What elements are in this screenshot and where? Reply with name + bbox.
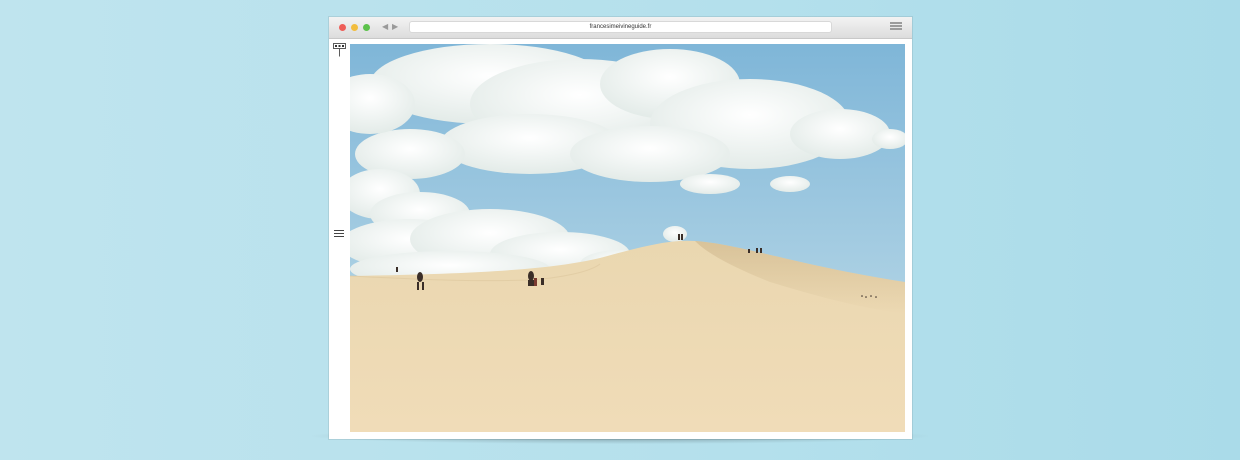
back-arrow-icon[interactable]: ◀ xyxy=(382,22,388,32)
address-bar[interactable]: francesimeivineguide.fr xyxy=(409,21,832,33)
forward-arrow-icon[interactable]: ▶ xyxy=(392,22,398,32)
hero-image xyxy=(350,44,905,432)
site-sidebar xyxy=(329,39,349,439)
zoom-window-button[interactable] xyxy=(363,24,370,31)
close-window-button[interactable] xyxy=(339,24,346,31)
browser-window: ◀ ▶ francesimeivineguide.fr xyxy=(329,17,912,439)
site-menu-hamburger-icon[interactable] xyxy=(334,230,344,239)
url-text: francesimeivineguide.fr xyxy=(589,24,652,30)
site-logo-icon[interactable] xyxy=(333,43,346,57)
browser-toolbar: ◀ ▶ francesimeivineguide.fr xyxy=(329,17,912,39)
minimize-window-button[interactable] xyxy=(351,24,358,31)
browser-menu-icon[interactable] xyxy=(890,22,902,31)
